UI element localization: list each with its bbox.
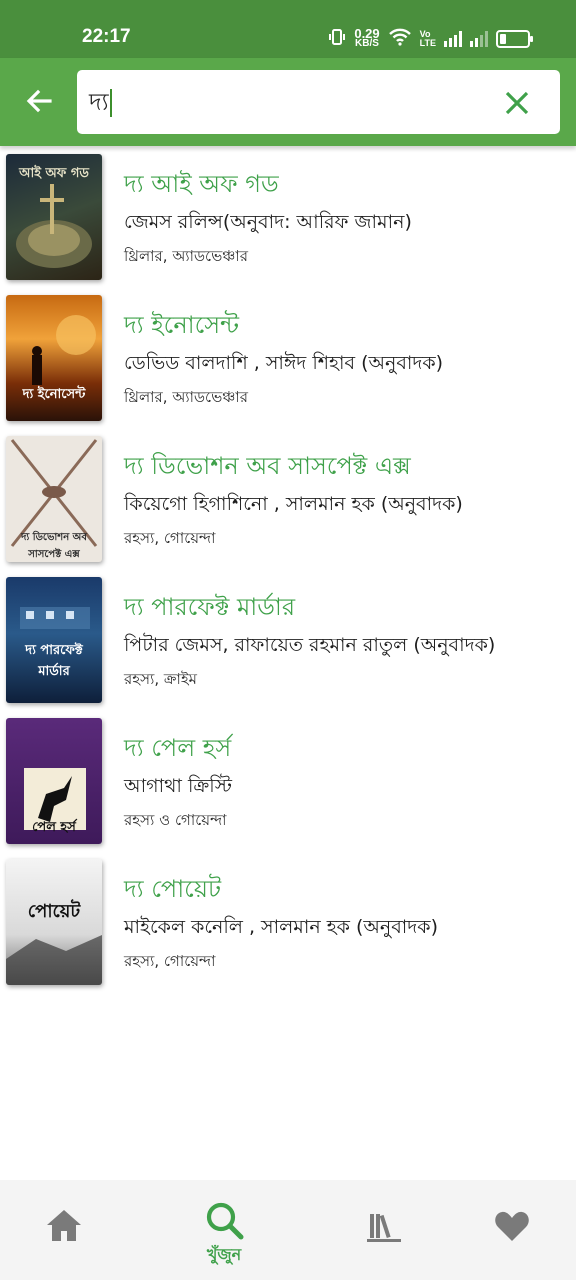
library-icon (367, 1214, 401, 1242)
cover-title: দ্য পারফেক্ট মার্ডার (25, 643, 83, 679)
book-title: দ্য ডিভোশন অব সাসপেক্ট এক্স (124, 452, 411, 480)
close-icon (505, 91, 529, 115)
status-bar: 22:17 0.29 KB/S Vo LTE (0, 0, 576, 58)
signal-icon (444, 31, 462, 47)
heart-icon (495, 1211, 529, 1241)
book-author: ডেভিড বালদাশি , সাঈদ শিহাব (অনুবাদক) (124, 352, 444, 374)
signal-icon-2 (470, 31, 488, 47)
search-query-text: দ্য (89, 88, 109, 116)
book-author: জেমস রলিন্স(অনুবাদ: আরিফ জামান) (124, 211, 412, 233)
book-author: কিয়েগো হিগাশিনো , সালমান হক (অনুবাদক) (124, 493, 463, 515)
nav-favorites[interactable] (467, 1200, 557, 1270)
list-item[interactable]: দ্য ইনোসেন্ট দ্য ইনোসেন্ট ডেভিড বালদাশি … (0, 289, 576, 430)
book-title: দ্য পোয়েট (124, 875, 222, 903)
list-item[interactable]: আই অফ গড দ্য আই অফ গড জেমস রলিন্স(অনুবাদ… (0, 148, 576, 289)
arrow-left-icon (26, 89, 52, 113)
status-time: 22:17 (82, 26, 131, 47)
net-speed-unit: KB/S (355, 38, 379, 49)
cover-art (20, 607, 90, 629)
book-cover: পেল হর্স (6, 718, 102, 844)
battery-icon (496, 30, 533, 48)
book-author: পিটার জেমস, রাফায়েত রহমান রাতুল (অনুবাদ… (124, 634, 496, 656)
cover-title: দ্য ইনোসেন্ট (22, 387, 86, 402)
bottom-navigation: খুঁজুন (0, 1180, 576, 1280)
book-author: মাইকেল কনেলি , সালমান হক (অনুবাদক) (124, 916, 438, 938)
clear-search-button[interactable] (502, 88, 532, 118)
nav-search-label: খুঁজুন (206, 1245, 242, 1264)
nav-search[interactable]: খুঁজুন (179, 1200, 269, 1270)
cover-title: দ্য ডিভোশন অব সাসপেক্ট এক্স (21, 532, 87, 560)
net-speed: 0.29 KB/S (354, 27, 379, 49)
book-title: দ্য পেল হর্স (124, 734, 232, 762)
search-input-value: দ্য (89, 84, 112, 124)
nav-home[interactable] (19, 1200, 109, 1270)
book-genre: থ্রিলার, অ্যাডভেঞ্চার (124, 388, 248, 406)
list-item[interactable]: পেল হর্স দ্য পেল হর্স আগাথা ক্রিস্টি রহস… (0, 712, 576, 853)
book-cover: দ্য ইনোসেন্ট (6, 295, 102, 421)
book-cover: দ্য ডিভোশন অব সাসপেক্ট এক্স (6, 436, 102, 562)
book-cover: পোয়েট (6, 859, 102, 985)
book-genre: রহস্য ও গোয়েন্দা (124, 811, 227, 829)
cover-title: আই অফ গড (19, 166, 89, 181)
list-item[interactable]: দ্য পারফেক্ট মার্ডার দ্য পারফেক্ট মার্ডা… (0, 571, 576, 712)
lte-label: LTE (419, 38, 436, 48)
list-item[interactable]: দ্য ডিভোশন অব সাসপেক্ট এক্স দ্য ডিভোশন অ… (0, 430, 576, 571)
book-title: দ্য পারফেক্ট মার্ডার (124, 593, 296, 621)
vibrate-icon (328, 28, 346, 50)
nav-library[interactable] (339, 1200, 429, 1270)
book-genre: রহস্য, গোয়েন্দা (124, 529, 216, 547)
text-caret (109, 89, 112, 117)
book-genre: রহস্য, গোয়েন্দা (124, 952, 216, 970)
search-icon (206, 1202, 244, 1240)
status-icons: 0.29 KB/S Vo LTE (328, 27, 533, 51)
search-header: দ্য (0, 58, 576, 146)
volte-indicator: Vo LTE (420, 30, 436, 48)
wifi-icon (388, 28, 412, 50)
battery-fill (500, 34, 506, 44)
list-item[interactable]: পোয়েট দ্য পোয়েট মাইকেল কনেলি , সালমান … (0, 853, 576, 994)
book-title: দ্য আই অফ গড (124, 170, 279, 198)
book-genre: থ্রিলার, অ্যাডভেঞ্চার (124, 247, 248, 265)
book-cover: আই অফ গড (6, 154, 102, 280)
book-title: দ্য ইনোসেন্ট (124, 311, 239, 339)
book-author: আগাথা ক্রিস্টি (124, 775, 232, 797)
book-cover: দ্য পারফেক্ট মার্ডার (6, 577, 102, 703)
cover-title: পেল হর্স (32, 820, 76, 835)
home-icon (47, 1210, 81, 1241)
search-input[interactable]: দ্য (77, 70, 560, 134)
book-genre: রহস্য, ক্রাইম (124, 670, 197, 688)
cover-title: পোয়েট (27, 901, 81, 922)
back-button[interactable] (18, 80, 60, 122)
